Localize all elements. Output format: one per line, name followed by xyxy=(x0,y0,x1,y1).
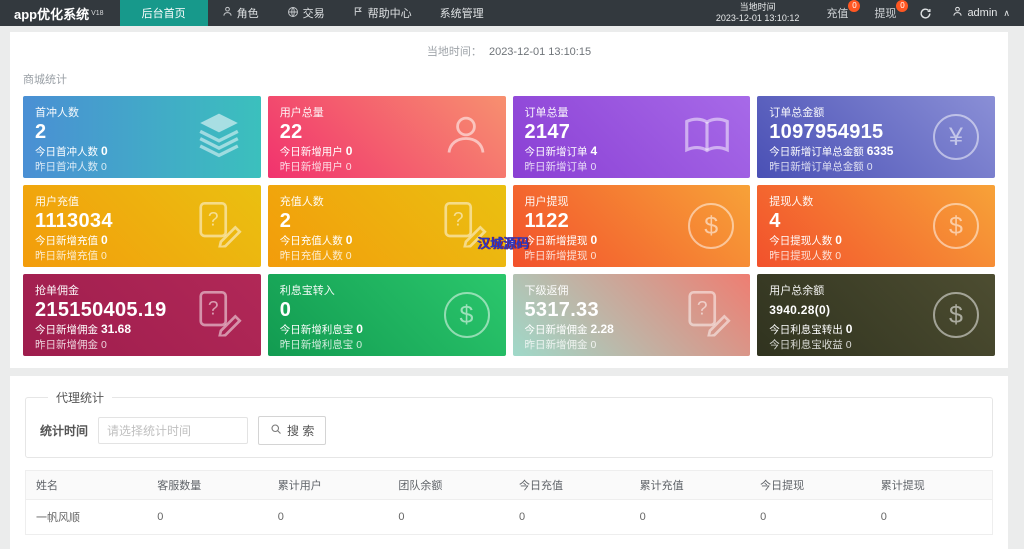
header-local-time: 当地时间 2023-12-01 13:10:12 xyxy=(715,2,800,23)
search-button[interactable]: 搜 索 xyxy=(258,416,327,445)
col-name: 姓名 xyxy=(25,470,148,500)
table-row[interactable]: 一帆风顺 0 0 0 0 0 0 0 xyxy=(26,500,993,535)
layers-icon xyxy=(193,112,245,163)
person-icon xyxy=(952,6,963,20)
local-time-bar: 当地时间： 2023-12-01 13:10:15 xyxy=(10,32,1008,63)
col-total-users: 累计用户 xyxy=(267,470,389,500)
recharge-badge: 0 xyxy=(848,0,861,12)
agent-table: 姓名 客服数量 累计用户 团队余额 今日充值 累计充值 今日提现 累计提现 一帆… xyxy=(25,470,993,535)
flag-icon xyxy=(353,6,364,20)
col-total-recharge: 累计充值 xyxy=(629,470,751,500)
agent-stats-panel: 代理统计 统计时间 搜 索 姓名 客服数量 累计用户 团队余额 今日充值 累计充… xyxy=(10,376,1008,549)
nav-item-help[interactable]: 帮助中心 xyxy=(339,0,426,26)
top-right-toolbar: 当地时间 2023-12-01 13:10:12 充值 0 提现 0 admin… xyxy=(702,0,1024,26)
svg-text:?: ? xyxy=(697,298,708,319)
edit-doc-icon: ? xyxy=(193,289,245,342)
local-time-label: 当地时间： xyxy=(426,46,482,58)
section-title: 商城统计 xyxy=(23,74,67,86)
watermark: 汉城源码 xyxy=(477,236,530,251)
admin-username: admin xyxy=(967,7,998,19)
stat-card-user-total-balance: 用户总余额 3940.28(0) 今日利息宝转出 0 今日利息宝收益 0 $ xyxy=(757,274,995,356)
main-nav: 后台首页 角色 交易 帮助中心 系统管理 xyxy=(119,0,498,26)
stats-panel: 当地时间： 2023-12-01 13:10:15 商城统计 首冲人数 2 今日… xyxy=(10,32,1008,368)
nav-item-trade[interactable]: 交易 xyxy=(273,0,339,26)
app-version: V18 xyxy=(91,9,104,17)
agent-stats-legend: 代理统计 xyxy=(56,391,105,405)
col-total-withdraw: 累计提现 xyxy=(870,470,993,500)
dollar-circle-icon: $ xyxy=(933,292,979,338)
top-bar: app优化系统 V18 后台首页 角色 交易 帮助中心 系统管理 当地时间 202… xyxy=(0,0,1024,26)
yen-circle-icon: ¥ xyxy=(933,114,979,160)
stat-card-sub-rebate: 下级返佣 5317.33 今日新增佣金 2.28 昨日新增佣金 0 ? xyxy=(512,274,751,356)
stat-time-label: 统计时间 xyxy=(40,424,89,438)
col-service-count: 客服数量 xyxy=(147,470,268,500)
agent-table-header-row: 姓名 客服数量 累计用户 团队余额 今日充值 累计充值 今日提现 累计提现 xyxy=(25,470,993,500)
search-icon xyxy=(270,423,282,438)
book-icon xyxy=(680,112,734,163)
withdraw-button[interactable]: 提现 0 xyxy=(861,0,909,26)
dollar-circle-icon: $ xyxy=(688,203,735,249)
edit-doc-icon: ? xyxy=(682,289,734,342)
dollar-circle-icon: $ xyxy=(443,292,490,338)
agent-stats-fieldset: 代理统计 统计时间 搜 索 xyxy=(25,389,993,458)
nav-item-system[interactable]: 系统管理 xyxy=(426,0,498,26)
svg-text:?: ? xyxy=(208,209,219,230)
stat-card-total-orders: 订单总量 2147 今日新增订单 4 昨日新增订单 0 xyxy=(512,96,751,178)
stat-card-withdraw-users: 提现人数 4 今日提现人数 0 昨日提现人数 0 $ xyxy=(757,185,995,267)
agent-search-row: 统计时间 搜 索 xyxy=(40,416,978,445)
col-today-withdraw: 今日提现 xyxy=(750,470,871,500)
nav-item-home[interactable]: 后台首页 xyxy=(119,0,208,26)
admin-menu[interactable]: admin ∧ xyxy=(942,6,1024,20)
svg-text:?: ? xyxy=(452,209,463,230)
user-icon xyxy=(222,6,233,20)
stat-card-user-recharge: 用户充值 1113034 今日新增充值 0 昨日新增充值 0 ? xyxy=(23,185,261,267)
user-icon xyxy=(442,111,490,164)
svg-text:?: ? xyxy=(208,298,219,319)
nav-item-roles[interactable]: 角色 xyxy=(208,0,273,26)
stat-card-user-withdraw: 用户提现 1122 今日新增提现 0 昨日新增提现 0 $ xyxy=(512,185,751,267)
col-team-balance: 团队余额 xyxy=(388,470,509,500)
refresh-icon[interactable] xyxy=(909,0,942,26)
recharge-button[interactable]: 充值 0 xyxy=(813,0,861,26)
stat-card-total-users: 用户总量 22 今日新增用户 0 昨日新增用户 0 xyxy=(267,96,506,178)
col-today-recharge: 今日充值 xyxy=(508,470,630,500)
stat-card-grid: 首冲人数 2 今日首冲人数 0 昨日首冲人数 0 用户总量 22 今日新增用户 0 昨… xyxy=(10,96,1008,356)
stat-time-input[interactable] xyxy=(98,417,249,444)
stat-card-total-order-amount: 订单总金额 1097954915 今日新增订单总金额 6335 昨日新增订单总金额… xyxy=(757,96,995,178)
globe-icon xyxy=(287,6,299,21)
withdraw-badge: 0 xyxy=(896,0,909,12)
stat-card-interest-transfer-in: 利息宝转入 0 今日新增利息宝 0 昨日新增利息宝 0 $ xyxy=(267,274,506,356)
stat-card-first-recharge-users: 首冲人数 2 今日首冲人数 0 昨日首冲人数 0 xyxy=(23,96,261,178)
app-logo: app优化系统 V18 xyxy=(0,0,120,26)
local-time-value: 2023-12-01 13:10:15 xyxy=(488,46,592,58)
app-title: app优化系统 xyxy=(14,6,90,22)
dollar-circle-icon: $ xyxy=(933,203,979,249)
stat-card-recharge-users: 充值人数 2 今日充值人数 0 昨日充值人数 0 ? xyxy=(267,185,506,267)
chevron-up-icon: ∧ xyxy=(1003,7,1010,18)
edit-doc-icon: ? xyxy=(193,200,245,253)
stat-card-order-commission: 抢单佣金 215150405.19 今日新增佣金 31.68 昨日新增佣金 0 ? xyxy=(23,274,261,356)
